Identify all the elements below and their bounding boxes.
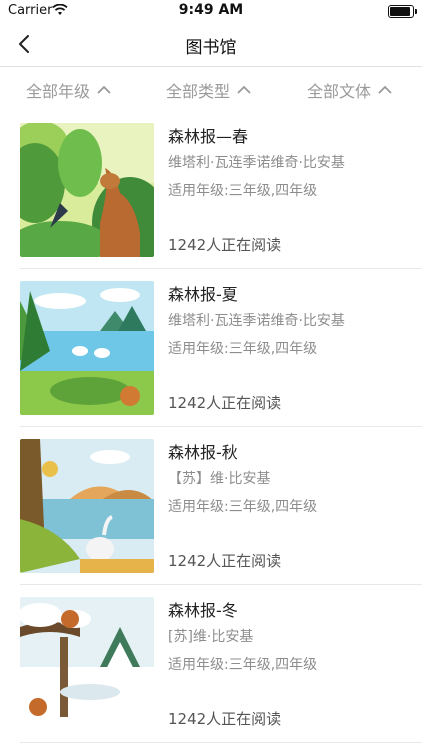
filter-type-label: 全部类型 <box>166 82 231 101</box>
book-grade: 适用年级:三年级,四年级 <box>168 183 318 199</box>
filter-grade[interactable]: 全部年级 <box>26 78 112 102</box>
page-title: 图书馆 <box>185 38 237 58</box>
book-title: 森林报—春 <box>168 127 249 146</box>
battery-icon <box>388 5 417 18</box>
book-cover-autumn <box>20 439 154 573</box>
book-title: 森林报-秋 <box>168 443 238 462</box>
filter-type[interactable]: 全部类型 <box>166 78 252 102</box>
book-item-summer[interactable]: 森林报-夏 维塔利·瓦连季诺维奇·比安基 适用年级:三年级,四年级 1242人正… <box>20 269 422 427</box>
book-cover-winter <box>20 597 154 731</box>
chevron-up-icon <box>378 85 392 94</box>
book-item-spring[interactable]: 森林报—春 维塔利·瓦连季诺维奇·比安基 适用年级:三年级,四年级 1242人正… <box>20 111 422 269</box>
book-title: 森林报-夏 <box>168 285 238 304</box>
book-title: 森林报-冬 <box>168 601 238 620</box>
book-readers: 1242人正在阅读 <box>168 552 282 570</box>
chevron-up-icon <box>97 85 111 94</box>
book-author: [苏]维·比安基 <box>168 629 254 645</box>
book-readers: 1242人正在阅读 <box>168 236 282 254</box>
filter-grade-label: 全部年级 <box>26 82 91 101</box>
book-grade: 适用年级:三年级,四年级 <box>168 341 318 357</box>
filter-genre-label: 全部文体 <box>307 82 372 101</box>
book-author: 维塔利·瓦连季诺维奇·比安基 <box>168 155 345 171</box>
filter-genre[interactable]: 全部文体 <box>307 78 393 102</box>
book-cover-summer <box>20 281 154 415</box>
book-item-winter[interactable]: 森林报-冬 [苏]维·比安基 适用年级:三年级,四年级 1242人正在阅读 <box>20 585 422 743</box>
book-author: 维塔利·瓦连季诺维奇·比安基 <box>168 313 345 329</box>
chevron-up-icon <box>237 85 251 94</box>
book-readers: 1242人正在阅读 <box>168 394 282 412</box>
book-grade: 适用年级:三年级,四年级 <box>168 499 318 515</box>
status-bar: Carrier 9:49 AM <box>0 0 422 22</box>
divider <box>20 742 422 743</box>
clock: 9:49 AM <box>178 2 244 18</box>
book-item-autumn[interactable]: 森林报-秋 【苏】维·比安基 适用年级:三年级,四年级 1242人正在阅读 <box>20 427 422 585</box>
book-cover-spring <box>20 123 154 257</box>
book-grade: 适用年级:三年级,四年级 <box>168 657 318 673</box>
book-author: 【苏】维·比安基 <box>168 471 271 487</box>
navigation-bar: 图书馆 <box>0 22 422 67</box>
book-readers: 1242人正在阅读 <box>168 710 282 728</box>
filter-bar: 全部年级 全部类型 全部文体 <box>0 67 422 111</box>
